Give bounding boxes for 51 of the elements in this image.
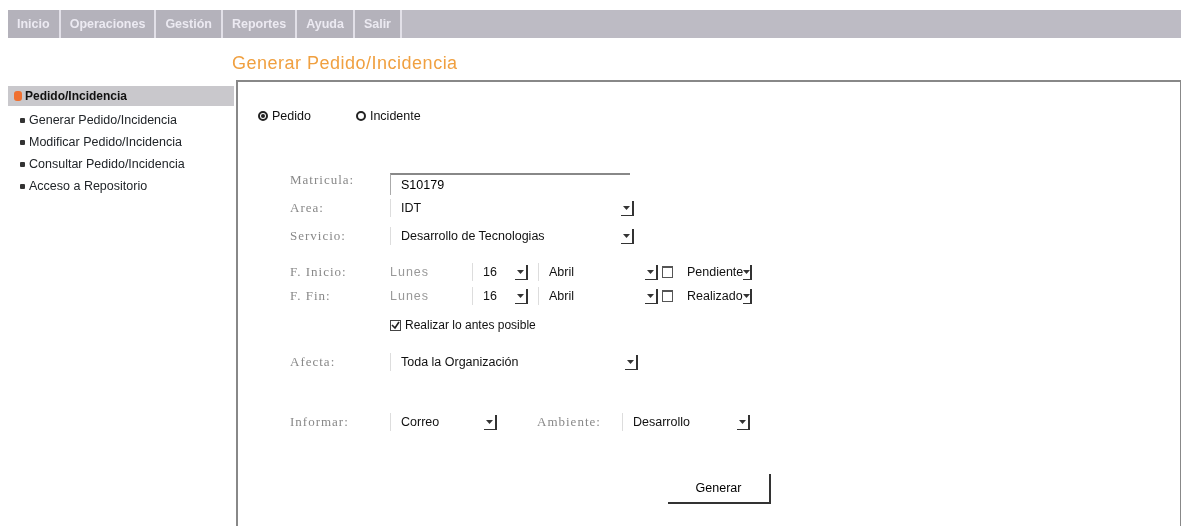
caret-icon [517, 293, 524, 298]
bullet-icon [14, 91, 22, 101]
bullet-icon [20, 139, 25, 145]
dropdown[interactable]: Abril [538, 286, 658, 306]
page-title: Generar Pedido/Incidencia [232, 52, 459, 75]
dropdown[interactable]: Desarrollo [622, 412, 750, 432]
sidebar-link[interactable]: Acceso a Repositorio [29, 176, 148, 196]
caret-icon [623, 233, 630, 238]
radio-option[interactable]: Pedido [258, 106, 311, 126]
dropdown[interactable]: Realizado [677, 286, 741, 306]
weekday-text: Lunes [390, 263, 431, 281]
dropdown[interactable]: Toda la Organización [390, 352, 638, 372]
field-label: Matricula: [290, 171, 356, 190]
field-label: Area: [290, 199, 325, 218]
caret-icon [647, 269, 654, 274]
sidebar-link[interactable]: Generar Pedido/Incidencia [29, 110, 177, 130]
calendar-icon[interactable] [662, 290, 673, 302]
caret-icon [627, 359, 634, 364]
field-label: Afecta: [290, 353, 337, 372]
caret-icon [742, 293, 750, 298]
caret-icon [486, 419, 493, 424]
checkmark-icon [391, 320, 400, 330]
sidebar-link[interactable]: Consultar Pedido/Incidencia [29, 154, 185, 174]
dropdown[interactable]: 16 [472, 262, 528, 282]
field-label: Informar: [290, 413, 350, 432]
dropdown[interactable]: Desarrollo de Tecnologias [390, 226, 634, 246]
dropdown[interactable]: Pendiente [677, 262, 741, 282]
field-label: Servicio: [290, 227, 347, 246]
field-label: F. Inicio: [290, 263, 348, 282]
calendar-icon[interactable] [662, 266, 673, 278]
bullet-icon [20, 183, 25, 189]
caret-icon [743, 269, 751, 274]
text-field[interactable]: S10179 [390, 173, 630, 195]
caret-icon [623, 205, 630, 210]
bullet-icon [20, 117, 25, 123]
bullet-icon [20, 161, 25, 167]
field-label: F. Fin: [290, 287, 332, 306]
dropdown[interactable]: Correo [390, 412, 497, 432]
weekday-text: Lunes [390, 287, 431, 305]
caret-icon [517, 269, 524, 274]
generate-button[interactable]: Generar [668, 474, 771, 504]
field-label: Ambiente: [537, 413, 602, 432]
caret-icon [647, 293, 654, 298]
sidebar-heading: Pedido/Incidencia [25, 88, 128, 105]
dropdown[interactable]: Abril [538, 262, 658, 282]
sidebar-link[interactable]: Modificar Pedido/Incidencia [29, 132, 182, 152]
caret-icon [739, 419, 746, 424]
dropdown[interactable]: IDT [390, 198, 634, 218]
checkbox[interactable]: Realizar lo antes posible [390, 316, 1180, 334]
dropdown[interactable]: 16 [472, 286, 528, 306]
radio-option[interactable]: Incidente [355, 106, 421, 126]
